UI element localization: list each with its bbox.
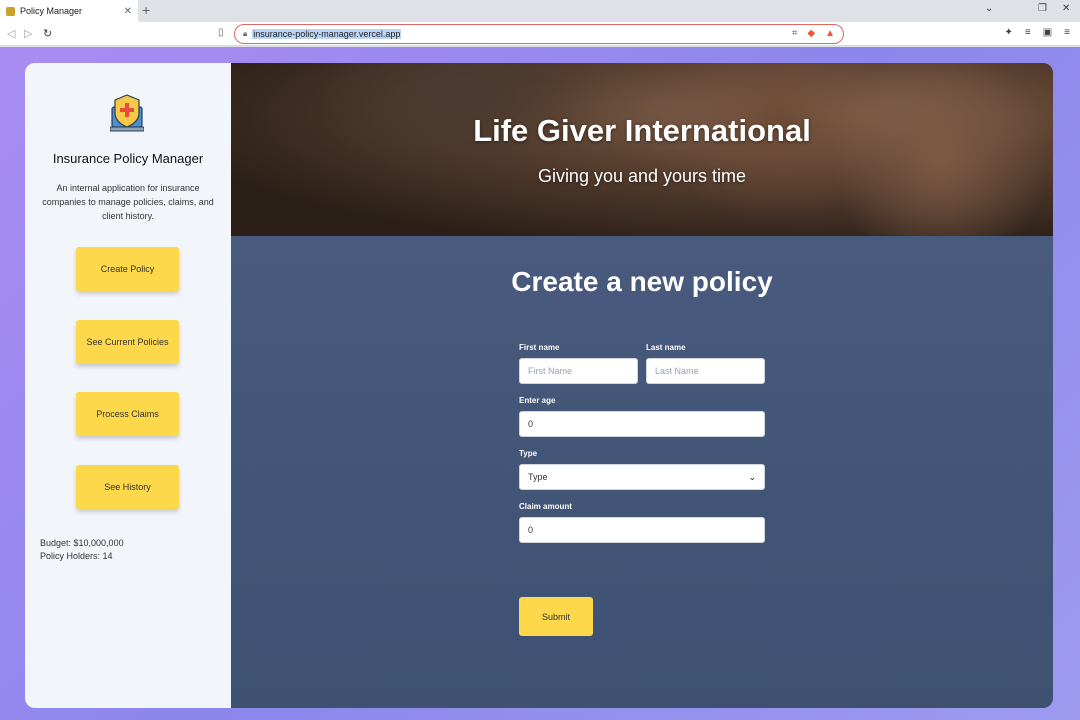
form-title: Create a new policy (511, 266, 773, 297)
wallet-icon[interactable]: ▣ (1043, 27, 1052, 38)
back-icon[interactable]: ◁ (7, 27, 15, 40)
menu-icon[interactable]: ≡ (1064, 27, 1070, 38)
age-label: Enter age (519, 396, 556, 405)
forward-icon[interactable]: ▷ (24, 27, 32, 40)
brave-rewards-icon[interactable]: ▲ (825, 28, 835, 39)
close-window-icon[interactable]: ✕ (1062, 3, 1070, 14)
see-current-policies-button[interactable]: See Current Policies (76, 320, 179, 364)
last-name-label: Last name (646, 343, 686, 352)
url-text[interactable]: insurance-policy-manager.vercel.app (252, 29, 402, 39)
browser-tab-bar: Policy Manager ✕ + ⌄ ❐ ✕ (0, 0, 1080, 22)
chevron-down-icon: ⌄ (748, 471, 756, 482)
stats-panel: Budget: $10,000,000 Policy Holders: 14 (40, 537, 124, 563)
type-label: Type (519, 449, 538, 458)
extensions-icon[interactable]: ✦ (1004, 27, 1012, 38)
brave-shield-icon[interactable]: ◆ (807, 28, 815, 39)
process-claims-button[interactable]: Process Claims (76, 392, 179, 436)
hero-banner: Life Giver International Giving you and … (231, 63, 1053, 236)
claim-amount-label: Claim amount (519, 502, 572, 511)
share-icon[interactable]: ⌗ (792, 28, 798, 39)
bookmark-icon[interactable]: ▯ (218, 27, 224, 38)
browser-tab[interactable]: Policy Manager ✕ (0, 0, 138, 22)
tab-title: Policy Manager (20, 6, 83, 16)
app-description: An internal application for insurance co… (42, 183, 214, 221)
close-tab-icon[interactable]: ✕ (124, 6, 132, 17)
hero-hand-shape (831, 63, 1051, 236)
type-select-value: Type (528, 472, 548, 482)
budget-text: Budget: $10,000,000 (40, 538, 124, 548)
submit-button[interactable]: Submit (519, 597, 593, 636)
claim-amount-input[interactable] (519, 517, 765, 543)
first-name-label: First name (519, 343, 560, 352)
app-container: Insurance Policy Manager An internal app… (25, 63, 1053, 708)
new-tab-icon[interactable]: + (142, 2, 150, 18)
lock-icon: 🔒︎ (243, 29, 248, 38)
reload-icon[interactable]: ↻ (43, 27, 52, 40)
hero-title: Life Giver International (473, 113, 811, 148)
sidebar: Insurance Policy Manager An internal app… (25, 63, 231, 708)
last-name-input[interactable] (646, 358, 765, 384)
first-name-input[interactable] (519, 358, 638, 384)
shield-laptop-logo-icon (110, 94, 144, 132)
policy-holders-text: Policy Holders: 14 (40, 551, 113, 561)
page-viewport: Insurance Policy Manager An internal app… (0, 47, 1080, 720)
reading-list-icon[interactable]: ≡ (1025, 27, 1031, 38)
create-policy-button[interactable]: Create Policy (76, 247, 179, 291)
favicon-icon (6, 6, 15, 16)
chevron-down-icon[interactable]: ⌄ (985, 3, 993, 14)
hero-subtitle: Giving you and yours time (537, 166, 747, 186)
browser-toolbar: ◁ ▷ ↻ ▯ 🔒︎ insurance-policy-manager.verc… (0, 22, 1080, 46)
type-select[interactable]: Type ⌄ (519, 464, 765, 490)
app-title: Insurance Policy Manager (52, 151, 204, 166)
main-content: Life Giver International Giving you and … (231, 63, 1053, 708)
see-history-button[interactable]: See History (76, 465, 179, 509)
address-bar[interactable]: 🔒︎ insurance-policy-manager.vercel.app ⌗… (234, 24, 844, 44)
restore-window-icon[interactable]: ❐ (1038, 3, 1047, 14)
age-input[interactable] (519, 411, 765, 437)
